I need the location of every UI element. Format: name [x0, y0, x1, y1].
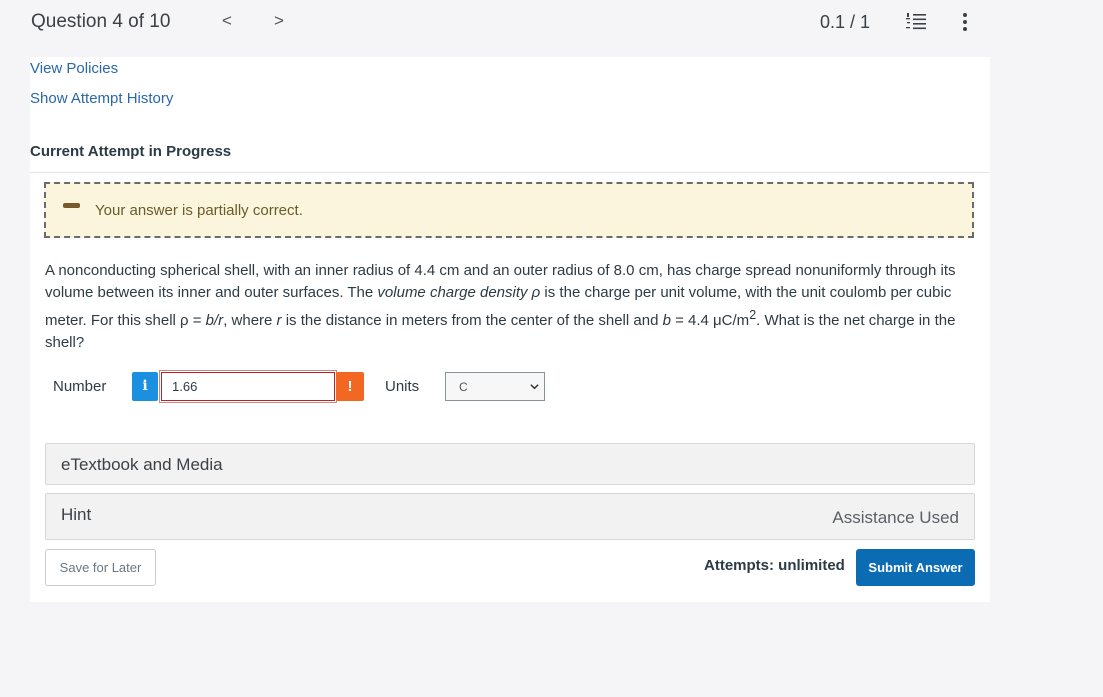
attempt-title: Current Attempt in Progress: [30, 143, 232, 160]
question-panel: View Policies Show Attempt History Curre…: [30, 57, 990, 602]
attempts-text: Attempts: unlimited: [704, 557, 845, 574]
view-policies-link[interactable]: View Policies: [30, 60, 118, 77]
question-counter: Question 4 of 10: [31, 11, 171, 32]
feedback-text: Your answer is partially correct.: [95, 202, 303, 219]
hint-accordion[interactable]: Hint Assistance Used: [45, 493, 975, 540]
units-selected-value: C: [459, 380, 468, 394]
assistance-used-label: Assistance Used: [832, 508, 959, 527]
question-text: A nonconducting spherical shell, with an…: [45, 262, 956, 351]
list-icon[interactable]: [906, 13, 926, 31]
info-icon[interactable]: i: [132, 372, 158, 401]
more-vertical-icon[interactable]: [958, 11, 972, 33]
number-label: Number: [53, 378, 107, 395]
chevron-down-icon: [530, 384, 539, 390]
partial-correct-icon: [63, 203, 80, 208]
show-attempt-history-link[interactable]: Show Attempt History: [30, 90, 173, 107]
score-display: 0.1 / 1: [820, 12, 871, 32]
save-for-later-button[interactable]: Save for Later: [45, 549, 156, 586]
submit-answer-button[interactable]: Submit Answer: [856, 549, 975, 586]
hint-label: Hint: [61, 505, 92, 524]
previous-question-button[interactable]: <: [222, 11, 232, 31]
warning-icon[interactable]: !: [336, 372, 364, 401]
units-select[interactable]: C: [445, 372, 545, 401]
number-input[interactable]: [159, 370, 337, 403]
top-bar: Question 4 of 10 < > 0.1 / 1: [0, 0, 1103, 48]
units-label: Units: [385, 378, 420, 395]
divider: [30, 172, 990, 173]
answer-row: Number i ! Units C: [30, 370, 990, 406]
feedback-banner: Your answer is partially correct.: [44, 182, 974, 238]
etextbook-label: eTextbook and Media: [61, 455, 223, 474]
etextbook-media-accordion[interactable]: eTextbook and Media: [45, 443, 975, 485]
next-question-button[interactable]: >: [274, 11, 284, 31]
